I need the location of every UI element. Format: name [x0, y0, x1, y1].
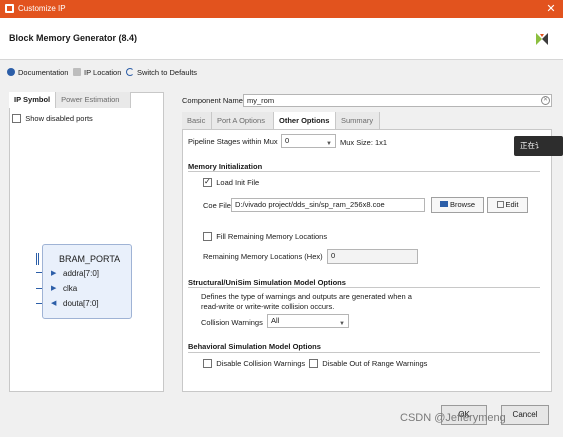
- tab-other-options[interactable]: Other Options: [274, 112, 336, 129]
- folder-icon: [439, 201, 448, 207]
- watermark: CSDN @Jefferymeng: [400, 412, 506, 424]
- window-title: Customize IP: [18, 4, 66, 13]
- port-bus-icon: [36, 253, 39, 265]
- pin-line: [36, 303, 42, 304]
- pipeline-label: Pipeline Stages within Mux: [188, 137, 278, 146]
- divider: [188, 352, 540, 353]
- collision-warnings-label: Collision Warnings: [201, 318, 263, 327]
- coe-file-label: Coe File: [203, 201, 231, 210]
- documentation-link[interactable]: Documentation: [7, 66, 68, 78]
- close-icon[interactable]: ✕: [544, 2, 558, 15]
- divider: [188, 171, 540, 172]
- tab-ip-symbol[interactable]: IP Symbol: [9, 92, 57, 108]
- input-arrow-icon: ▶: [51, 270, 57, 277]
- page-title: Block Memory Generator (8.4): [9, 33, 138, 43]
- show-disabled-ports-label: Show disabled ports: [25, 114, 93, 124]
- right-tabs: Basic Port A Options Other Options Summa…: [182, 112, 380, 129]
- coe-file-input[interactable]: D:/vivado project/dds_sin/sp_ram_256x8.c…: [231, 198, 425, 212]
- mux-size: Mux Size: 1x1: [340, 138, 388, 147]
- structural-title: Structural/UniSim Simulation Model Optio…: [188, 278, 346, 287]
- disable-out-of-range-checkbox[interactable]: Disable Out of Range Warnings: [309, 359, 427, 369]
- tab-power-estimation[interactable]: Power Estimation: [56, 92, 132, 108]
- tab-basic[interactable]: Basic: [182, 112, 212, 129]
- title-bar: [0, 0, 563, 18]
- remaining-locations-label: Remaining Memory Locations (Hex): [203, 252, 323, 261]
- output-arrow-icon: ◀: [51, 300, 57, 307]
- popup-text: 正在讠: [520, 141, 543, 150]
- pin-line: [36, 272, 42, 273]
- info-icon: [7, 68, 15, 76]
- switch-defaults-link[interactable]: Switch to Defaults: [126, 66, 197, 78]
- show-disabled-ports-checkbox[interactable]: Show disabled ports: [12, 114, 93, 124]
- folder-icon: [73, 68, 81, 76]
- vivado-logo-icon: [536, 33, 548, 45]
- pin-douta: douta[7:0]: [63, 299, 99, 308]
- behavioral-title: Behavioral Simulation Model Options: [188, 342, 321, 351]
- pin-addra: addra[7:0]: [63, 269, 100, 278]
- memory-init-title: Memory Initialization: [188, 162, 263, 171]
- refresh-icon: [126, 68, 134, 76]
- chevron-down-icon: ▼: [326, 141, 332, 147]
- block-title: BRAM_PORTA: [59, 254, 121, 264]
- pin-line: [36, 288, 42, 289]
- component-name-input[interactable]: my_rom: [243, 94, 552, 107]
- browse-button[interactable]: Browse: [431, 197, 484, 213]
- component-name-label: Component Name: [182, 96, 243, 105]
- ip-location-link[interactable]: IP Location: [73, 66, 121, 78]
- input-arrow-icon: ▶: [51, 285, 57, 292]
- collision-warnings-select[interactable]: All ▼: [267, 314, 349, 328]
- disable-collision-checkbox[interactable]: Disable Collision Warnings: [203, 359, 305, 369]
- pin-clka: clka: [63, 284, 78, 293]
- left-tabs: IP Symbol Power Estimation: [9, 92, 132, 108]
- remaining-locations-input[interactable]: 0: [327, 249, 418, 264]
- tab-port-a-options[interactable]: Port A Options: [212, 112, 274, 129]
- ip-symbol-panel: [9, 92, 164, 392]
- structural-description: Defines the type of warnings and outputs…: [201, 292, 412, 311]
- edit-button[interactable]: Edit: [487, 197, 528, 213]
- edit-icon: [496, 201, 504, 208]
- chevron-down-icon: ▼: [339, 321, 345, 327]
- cancel-button[interactable]: Cancel: [501, 405, 549, 425]
- divider: [188, 287, 540, 288]
- load-init-file-checkbox[interactable]: Load Init File: [203, 177, 259, 188]
- ime-popup: 正在讠: [514, 136, 563, 156]
- pipeline-select[interactable]: 0 ▼: [281, 134, 336, 148]
- clear-icon[interactable]: ✕: [541, 96, 550, 105]
- app-icon: [5, 4, 14, 13]
- tab-summary[interactable]: Summary: [336, 112, 380, 129]
- fill-remaining-checkbox[interactable]: Fill Remaining Memory Locations: [203, 232, 327, 242]
